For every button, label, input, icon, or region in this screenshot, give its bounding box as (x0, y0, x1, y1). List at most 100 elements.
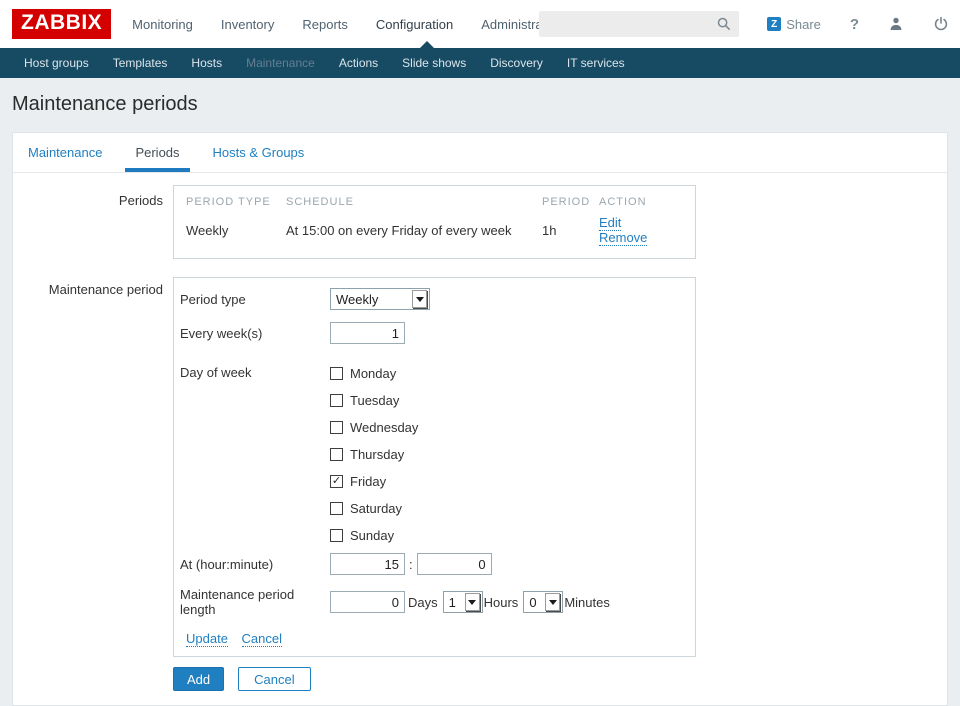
minutes-select[interactable]: 0 (523, 591, 563, 613)
menu-item-configuration[interactable]: Configuration (362, 0, 467, 48)
help-button[interactable]: ? (850, 16, 859, 33)
remove-link[interactable]: Remove (599, 230, 647, 246)
hours-select[interactable]: 1 (443, 591, 483, 613)
active-menu-caret-icon (420, 41, 434, 48)
period-length-label: Maintenance period length (180, 587, 330, 617)
saturday-checkbox[interactable] (330, 502, 343, 515)
sunday-checkbox[interactable] (330, 529, 343, 542)
share-button[interactable]: Z Share (767, 17, 821, 32)
page-title: Maintenance periods (12, 93, 960, 116)
subnav-item-actions[interactable]: Actions (327, 56, 390, 70)
periods-section-label: Periods (13, 185, 173, 259)
minutes-unit-label: Minutes (564, 595, 610, 610)
checkbox-row-friday[interactable]: ✓ Friday (330, 468, 418, 495)
cell-period: 1h (542, 212, 599, 250)
checkbox-row-monday[interactable]: Monday (330, 360, 418, 387)
menu-item-administration[interactable]: Administration (467, 0, 539, 48)
header-actions: Z Share ? (767, 16, 949, 33)
dropdown-arrow-icon (545, 593, 560, 611)
column-header-period-type: PERIOD TYPE (186, 190, 286, 212)
checkbox-row-saturday[interactable]: Saturday (330, 495, 418, 522)
hour-input[interactable] (330, 553, 405, 575)
at-time-label: At (hour:minute) (180, 557, 330, 572)
period-type-label: Period type (180, 292, 330, 307)
menu-item-monitoring[interactable]: Monitoring (118, 0, 207, 48)
user-profile-button[interactable] (888, 16, 904, 32)
tab-periods[interactable]: Periods (125, 133, 189, 172)
column-header-period: PERIOD (542, 190, 599, 212)
hours-unit-label: Hours (484, 595, 519, 610)
logout-button[interactable] (933, 16, 949, 32)
column-header-action: ACTION (599, 190, 683, 212)
tab-maintenance[interactable]: Maintenance (18, 133, 112, 172)
table-header-row: PERIOD TYPE SCHEDULE PERIOD ACTION (186, 190, 683, 212)
edit-link[interactable]: Edit (599, 215, 621, 231)
at-time-row: At (hour:minute) : (180, 553, 683, 575)
subnav-item-it-services[interactable]: IT services (555, 56, 637, 70)
subnav-item-hosts[interactable]: Hosts (179, 56, 234, 70)
column-header-schedule: SCHEDULE (286, 190, 542, 212)
days-input[interactable] (330, 591, 405, 613)
cancel-link[interactable]: Cancel (242, 631, 282, 647)
day-of-week-options: Monday Tuesday Wednesday Thursday (330, 360, 418, 549)
colon-separator: : (409, 557, 413, 572)
subnav-item-slide-shows[interactable]: Slide shows (390, 56, 478, 70)
monday-checkbox[interactable] (330, 367, 343, 380)
every-week-row: Every week(s) (180, 322, 683, 344)
zabbix-share-icon: Z (767, 17, 781, 31)
sub-navigation: Host groups Templates Hosts Maintenance … (0, 48, 960, 78)
search-input[interactable] (539, 17, 716, 32)
subnav-item-discovery[interactable]: Discovery (478, 56, 555, 70)
checkbox-row-sunday[interactable]: Sunday (330, 522, 418, 549)
power-icon (933, 16, 949, 32)
wednesday-label: Wednesday (350, 420, 418, 435)
maintenance-period-form: Period type Weekly Every week(s) Day of … (173, 277, 696, 657)
user-icon (888, 16, 904, 32)
every-week-input[interactable] (330, 322, 405, 344)
thursday-checkbox[interactable] (330, 448, 343, 461)
add-button[interactable]: Add (173, 667, 224, 691)
form-footer-buttons: Add Cancel (173, 667, 947, 691)
checkbox-row-thursday[interactable]: Thursday (330, 441, 418, 468)
minute-input[interactable] (417, 553, 492, 575)
periods-table: PERIOD TYPE SCHEDULE PERIOD ACTION Weekl… (186, 190, 683, 250)
subnav-item-maintenance[interactable]: Maintenance (234, 56, 327, 70)
dropdown-arrow-icon (465, 593, 480, 611)
menu-item-reports[interactable]: Reports (288, 0, 362, 48)
periods-section: Periods PERIOD TYPE SCHEDULE PERIOD ACTI… (13, 185, 947, 259)
tuesday-label: Tuesday (350, 393, 399, 408)
tab-bar: Maintenance Periods Hosts & Groups (13, 133, 947, 173)
tab-hosts-groups[interactable]: Hosts & Groups (203, 133, 315, 172)
period-type-row: Period type Weekly (180, 288, 683, 310)
minutes-selected-value: 0 (524, 595, 544, 610)
checkbox-row-wednesday[interactable]: Wednesday (330, 414, 418, 441)
periods-table-box: PERIOD TYPE SCHEDULE PERIOD ACTION Weekl… (173, 185, 696, 259)
subnav-item-templates[interactable]: Templates (101, 56, 180, 70)
search-icon[interactable] (716, 16, 732, 32)
menu-item-inventory[interactable]: Inventory (207, 0, 288, 48)
checkbox-row-tuesday[interactable]: Tuesday (330, 387, 418, 414)
friday-checkbox[interactable]: ✓ (330, 475, 343, 488)
maintenance-period-section: Maintenance period Period type Weekly Ev… (13, 277, 947, 657)
day-of-week-label: Day of week (180, 360, 330, 380)
cell-period-type: Weekly (186, 212, 286, 250)
share-label: Share (786, 17, 821, 32)
update-link[interactable]: Update (186, 631, 228, 647)
cancel-button[interactable]: Cancel (238, 667, 310, 691)
monday-label: Monday (350, 366, 396, 381)
cell-schedule: At 15:00 on every Friday of every week (286, 212, 542, 250)
form-links-row: Update Cancel (180, 631, 683, 646)
hours-selected-value: 1 (444, 595, 464, 610)
main-menu: Monitoring Inventory Reports Configurati… (118, 0, 539, 48)
zabbix-logo[interactable]: ZABBIX (12, 9, 111, 38)
period-type-select[interactable]: Weekly (330, 288, 430, 310)
wednesday-checkbox[interactable] (330, 421, 343, 434)
subnav-item-host-groups[interactable]: Host groups (12, 56, 101, 70)
maintenance-period-section-label: Maintenance period (13, 277, 173, 657)
day-of-week-row: Day of week Monday Tuesday Wednesday (180, 360, 683, 549)
days-unit-label: Days (408, 595, 438, 610)
friday-label: Friday (350, 474, 386, 489)
thursday-label: Thursday (350, 447, 404, 462)
tuesday-checkbox[interactable] (330, 394, 343, 407)
sunday-label: Sunday (350, 528, 394, 543)
